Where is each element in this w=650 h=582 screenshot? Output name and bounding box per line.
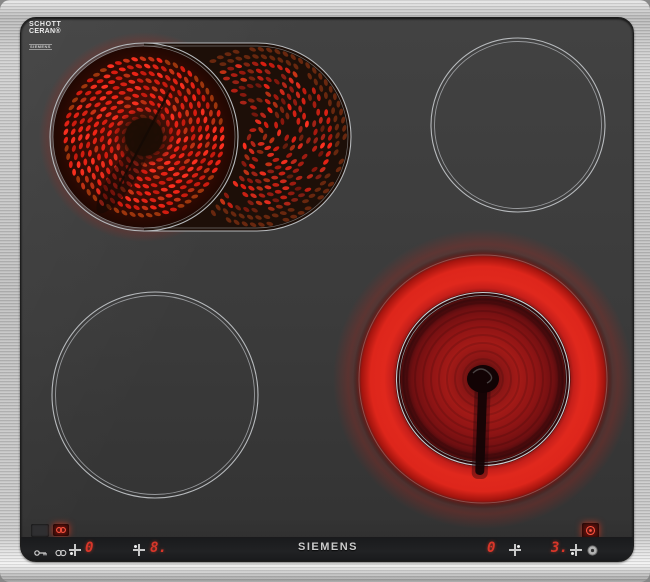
dual-zone-lamp-icon: [55, 526, 67, 534]
key-lock-icon[interactable]: [34, 545, 48, 562]
burner-zones-graphic: [21, 18, 633, 561]
zone-select-back-left-icon[interactable]: [133, 544, 145, 556]
schott-ceran-logo: SCHOTT CERAN® SIEMENS: [29, 21, 61, 52]
zone-select-back-right-icon[interactable]: [509, 544, 521, 556]
power-lamp-icon: [585, 525, 596, 536]
residual-heat-indicator: [31, 524, 49, 537]
zone-select-front-right-icon[interactable]: [570, 544, 582, 556]
display-front-right: 3.: [551, 540, 568, 558]
ceran-logo-brand: SIEMENS: [29, 44, 52, 50]
dual-zone-indicator-lamp: [53, 524, 69, 536]
control-strip: 0 8. SIEMENS 0 3.: [21, 537, 633, 561]
display-back-right: 0: [487, 540, 495, 558]
display-back-left: 8.: [150, 540, 167, 558]
zone-select-front-left-icon[interactable]: [69, 544, 81, 556]
power-indicator-lamp: [582, 523, 599, 538]
ceramic-glass-surface: SCHOTT CERAN® SIEMENS: [20, 17, 634, 562]
display-front-left: 0: [85, 540, 93, 558]
cooktop-frame: SCHOTT CERAN® SIEMENS: [0, 0, 650, 582]
dual-zone-icon[interactable]: [54, 545, 68, 562]
siemens-logo: SIEMENS: [283, 541, 373, 553]
ceran-logo-line2: CERAN®: [29, 28, 61, 35]
power-icon[interactable]: [586, 544, 599, 562]
